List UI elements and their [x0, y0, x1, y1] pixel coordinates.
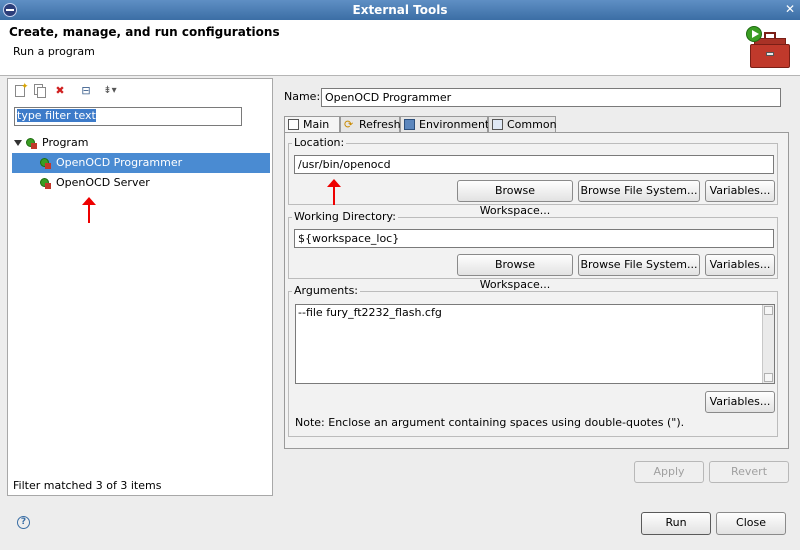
- apply-button[interactable]: Apply: [634, 461, 704, 483]
- duplicate-icon[interactable]: [32, 83, 48, 99]
- main-tab-content: Location: /usr/bin/openocd Browse Worksp…: [284, 132, 789, 449]
- run-button[interactable]: Run: [641, 512, 711, 535]
- refresh-icon: ⟳: [344, 118, 354, 131]
- arguments-group: Arguments: --file fury_ft2232_flash.cfg …: [288, 284, 778, 437]
- main-tab-icon: [288, 119, 299, 130]
- filter-menu-icon[interactable]: ⇟▾: [98, 83, 122, 99]
- variables-button[interactable]: Variables...: [705, 254, 775, 276]
- tree-item-label: OpenOCD Programmer: [56, 156, 183, 169]
- program-type-icon: [26, 138, 37, 149]
- browse-file-system-button[interactable]: Browse File System...: [578, 254, 700, 276]
- expand-toggle-icon[interactable]: [14, 140, 22, 146]
- tree-item-label: OpenOCD Server: [56, 176, 150, 189]
- configurations-panel: ✦ ✖ ⊟ ⇟▾ type filter text Program OpenOC…: [7, 78, 273, 496]
- arguments-textarea[interactable]: --file fury_ft2232_flash.cfg: [295, 304, 775, 384]
- arguments-label: Arguments:: [292, 284, 361, 297]
- tab-common-label: Common: [507, 118, 557, 131]
- new-configuration-icon[interactable]: ✦: [12, 83, 29, 99]
- toolbox-run-icon: [746, 26, 790, 70]
- arguments-scrollbar[interactable]: [762, 305, 774, 383]
- tab-refresh[interactable]: ⟳ Refresh: [340, 116, 401, 133]
- filter-status: Filter matched 3 of 3 items: [13, 479, 162, 492]
- revert-button[interactable]: Revert: [709, 461, 789, 483]
- variables-button[interactable]: Variables...: [705, 391, 775, 413]
- configuration-editor: Name: OpenOCD Programmer Main ⟳ Refresh …: [275, 78, 793, 496]
- tree-category-program[interactable]: Program: [12, 133, 270, 153]
- tree-item-openocd-programmer[interactable]: OpenOCD Programmer: [12, 153, 270, 173]
- name-input[interactable]: OpenOCD Programmer: [321, 88, 781, 107]
- tab-common[interactable]: Common: [488, 116, 557, 133]
- tab-environment-label: Environment: [419, 118, 490, 131]
- filter-input[interactable]: type filter text: [14, 107, 242, 126]
- close-icon[interactable]: ✕: [783, 3, 797, 17]
- app-icon[interactable]: [3, 3, 17, 17]
- scroll-down-icon[interactable]: [764, 373, 773, 382]
- red-arrow-annotation: [327, 179, 341, 205]
- working-directory-group: Working Directory: ${workspace_loc} Brow…: [288, 210, 778, 291]
- filter-text: type filter text: [17, 109, 96, 122]
- configurations-tree: Program OpenOCD Programmer OpenOCD Serve…: [12, 133, 270, 193]
- tab-environment[interactable]: Environment: [400, 116, 490, 133]
- location-group: Location: /usr/bin/openocd Browse Worksp…: [288, 136, 778, 217]
- working-directory-label: Working Directory:: [292, 210, 398, 223]
- tab-refresh-label: Refresh: [359, 118, 401, 131]
- help-icon[interactable]: ?: [17, 516, 30, 529]
- location-label: Location:: [292, 136, 347, 149]
- tree-category-label: Program: [42, 136, 89, 149]
- window-title: External Tools: [352, 3, 448, 17]
- close-button[interactable]: Close: [716, 512, 786, 535]
- delete-icon[interactable]: ✖: [52, 83, 68, 99]
- working-directory-input[interactable]: ${workspace_loc}: [294, 229, 774, 248]
- environment-icon: [404, 119, 415, 130]
- name-label: Name:: [284, 90, 321, 103]
- window-titlebar: External Tools ✕: [0, 0, 800, 20]
- location-input[interactable]: /usr/bin/openocd: [294, 155, 774, 174]
- header-subtitle: Run a program: [13, 45, 95, 58]
- launch-config-icon: [40, 158, 51, 169]
- common-icon: [492, 119, 503, 130]
- variables-button[interactable]: Variables...: [705, 180, 775, 202]
- browse-file-system-button[interactable]: Browse File System...: [578, 180, 700, 202]
- header-title: Create, manage, and run configurations: [9, 25, 280, 39]
- scroll-up-icon[interactable]: [764, 306, 773, 315]
- red-arrow-annotation: [82, 197, 96, 223]
- tree-item-openocd-server[interactable]: OpenOCD Server: [12, 173, 270, 193]
- browse-workspace-button[interactable]: Browse Workspace...: [457, 180, 573, 217]
- tab-main-label: Main: [303, 118, 330, 131]
- dialog-header: Create, manage, and run configurations R…: [0, 20, 800, 76]
- arguments-value: --file fury_ft2232_flash.cfg: [298, 306, 442, 319]
- launch-config-icon: [40, 178, 51, 189]
- browse-workspace-button[interactable]: Browse Workspace...: [457, 254, 573, 291]
- arguments-note: Note: Enclose an argument containing spa…: [295, 416, 685, 429]
- collapse-all-icon[interactable]: ⊟: [78, 83, 94, 99]
